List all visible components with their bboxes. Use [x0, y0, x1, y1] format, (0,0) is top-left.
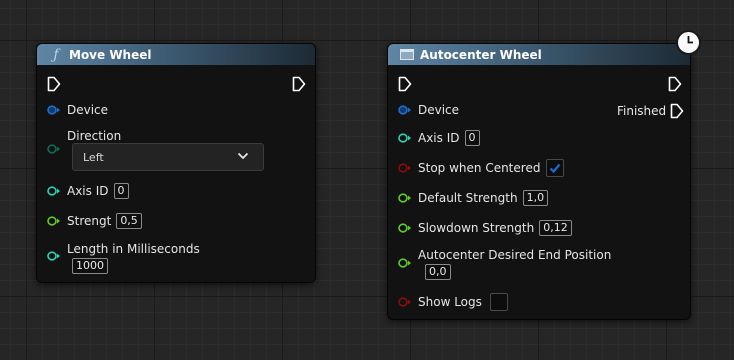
int-pin-icon[interactable]	[47, 251, 61, 261]
bool-pin-icon[interactable]	[398, 163, 412, 173]
device-label: Device	[67, 103, 109, 117]
stop-when-centered-pin-row: Stop when Centered	[398, 159, 565, 177]
exec-in-pin[interactable]	[398, 76, 412, 92]
show-logs-checkbox[interactable]	[489, 293, 508, 311]
length-pin-row: Length in Milliseconds	[47, 241, 200, 261]
function-icon: ƒ	[53, 46, 59, 63]
axis-id-label: Axis ID	[418, 131, 460, 145]
strength-pin-row: Strengt 0,5	[47, 212, 142, 230]
macro-icon	[400, 49, 414, 60]
exec-out-pin[interactable]	[292, 76, 306, 92]
node-title: Move Wheel	[69, 47, 152, 62]
direction-label: Direction	[67, 129, 122, 143]
axis-id-input[interactable]: 0	[113, 183, 129, 199]
direction-selected-value: Left	[83, 150, 104, 164]
direction-dropdown[interactable]: Left	[72, 143, 264, 171]
float-pin-icon[interactable]	[398, 258, 412, 268]
struct-pin-icon[interactable]	[47, 105, 61, 115]
finished-label: Finished	[617, 104, 667, 118]
axis-id-label: Axis ID	[67, 184, 109, 198]
exec-in-pin[interactable]	[47, 76, 61, 92]
float-pin-icon[interactable]	[398, 193, 412, 203]
enum-pin-icon[interactable]	[47, 144, 61, 154]
checkmark-icon	[550, 163, 561, 174]
slowdown-strength-pin-row: Slowdown Strength 0,12	[398, 219, 572, 237]
int-pin-icon[interactable]	[398, 133, 412, 143]
float-pin-icon[interactable]	[47, 216, 61, 226]
finished-pin-row: Finished	[617, 102, 684, 120]
move-wheel-node[interactable]: ƒ Move Wheel Device Direction Left Axis …	[36, 43, 316, 283]
strength-label: Strengt	[67, 214, 112, 228]
strength-input[interactable]: 0,5	[116, 213, 142, 229]
axis-id-input[interactable]: 0	[464, 130, 480, 146]
autocenter-wheel-node[interactable]: Autocenter Wheel Device Finished Axis ID…	[387, 43, 691, 320]
device-label: Device	[418, 103, 460, 117]
default-strength-pin-row: Default Strength 1,0	[398, 189, 549, 207]
exec-out-pin[interactable]	[668, 76, 682, 92]
device-pin-row: Device	[47, 101, 108, 119]
slowdown-strength-label: Slowdown Strength	[418, 221, 535, 235]
device-pin-row: Device	[398, 101, 459, 119]
desired-end-pin-row: Autocenter Desired End Position	[398, 247, 612, 268]
autocenter-wheel-header[interactable]: Autocenter Wheel	[388, 44, 690, 65]
stop-when-centered-checkbox[interactable]	[546, 159, 565, 177]
desired-end-input[interactable]: 0,0	[425, 264, 451, 280]
int-pin-icon[interactable]	[47, 186, 61, 196]
struct-pin-icon[interactable]	[398, 105, 412, 115]
slowdown-strength-input[interactable]: 0,12	[539, 220, 572, 236]
stop-when-centered-label: Stop when Centered	[418, 161, 541, 175]
desired-end-label: Autocenter Desired End Position	[418, 248, 612, 262]
show-logs-pin-row: Show Logs	[398, 293, 508, 311]
node-title: Autocenter Wheel	[420, 47, 542, 62]
show-logs-label: Show Logs	[418, 295, 482, 309]
chevron-down-icon	[237, 152, 249, 160]
axis-id-pin-row: Axis ID 0	[398, 129, 480, 147]
finished-exec-pin[interactable]	[670, 103, 684, 119]
default-strength-input[interactable]: 1,0	[522, 190, 549, 206]
length-input[interactable]: 1000	[72, 258, 108, 274]
default-strength-label: Default Strength	[418, 191, 518, 205]
latent-clock-icon	[676, 30, 701, 55]
move-wheel-header[interactable]: ƒ Move Wheel	[37, 44, 315, 65]
bool-pin-icon[interactable]	[398, 297, 412, 307]
float-pin-icon[interactable]	[398, 223, 412, 233]
length-label: Length in Milliseconds	[67, 242, 200, 256]
axis-id-pin-row: Axis ID 0	[47, 182, 129, 200]
